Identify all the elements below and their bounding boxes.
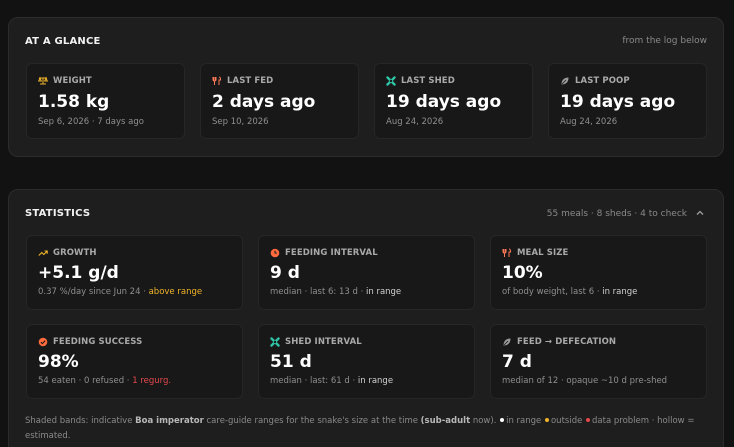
feed-defecation-card: FEED → DEFECATION 7 d median of 12 · opa…	[490, 324, 707, 399]
outside-dot	[544, 418, 549, 422]
fork-knife-icon	[502, 248, 512, 257]
status-in-range: in range	[357, 376, 394, 386]
card-value: 51 d	[270, 352, 312, 372]
status-above-range: above range	[148, 287, 203, 297]
card-value: 2 days ago	[212, 92, 316, 112]
last-shed-card: LAST SHED 19 days ago Aug 24, 2026	[374, 63, 533, 139]
card-label: FEEDING INTERVAL	[285, 248, 378, 258]
check-circle-icon	[38, 337, 48, 347]
panel-note: 55 meals · 8 sheds · 4 to check	[546, 209, 687, 219]
card-label: WEIGHT	[53, 76, 92, 86]
status-in-range: in range	[366, 287, 402, 297]
statistics-footnote: Shaded bands: indicative Boa imperator c…	[25, 416, 695, 441]
card-value: 10%	[502, 263, 543, 283]
at-a-glance-panel: AT A GLANCE from the log below WEIGHT 1.…	[8, 17, 724, 157]
size-class: (sub-adult	[420, 416, 471, 426]
card-label: FEEDING SUCCESS	[53, 337, 143, 347]
status-regurg: 1 regurg.	[132, 376, 172, 386]
feeding-interval-card: FEEDING INTERVAL 9 d median · last 6: 13…	[258, 235, 475, 310]
weight-card: WEIGHT 1.58 kg Sep 6, 2026 · 7 days ago	[26, 63, 185, 139]
card-sub: median of 12 · opaque ~10 d pre-shed	[502, 376, 668, 386]
shed-interval-card: SHED INTERVAL 51 d median · last: 61 d ·…	[258, 324, 475, 399]
shed-icon	[270, 337, 280, 347]
card-label: GROWTH	[53, 248, 97, 258]
card-sub: median · last: 61 d · in range	[270, 376, 394, 386]
card-value: 19 days ago	[386, 92, 502, 112]
card-sub: 54 eaten · 0 refused · 1 regurg.	[38, 376, 172, 386]
card-value: 19 days ago	[560, 92, 676, 112]
data-problem-dot	[586, 418, 591, 422]
card-label: LAST POOP	[575, 76, 630, 86]
shed-icon	[386, 76, 396, 86]
card-label: LAST SHED	[401, 76, 455, 86]
card-sub: Aug 24, 2026	[560, 117, 618, 127]
card-label: MEAL SIZE	[517, 248, 569, 258]
card-sub: Sep 6, 2026 · 7 days ago	[38, 117, 144, 127]
card-value: 9 d	[270, 263, 300, 283]
meal-size-card: MEAL SIZE 10% of body weight, last 6 · i…	[490, 235, 707, 310]
chevron-up-icon[interactable]	[693, 206, 707, 220]
card-label: SHED INTERVAL	[285, 337, 362, 347]
trend-up-icon	[38, 250, 48, 256]
card-value: 7 d	[502, 352, 532, 372]
status-in-range: in range	[602, 287, 638, 297]
panel-note: from the log below	[622, 36, 707, 46]
panel-title: AT A GLANCE	[25, 36, 101, 47]
card-label: FEED → DEFECATION	[517, 337, 617, 347]
feeding-success-card: FEEDING SUCCESS 98% 54 eaten · 0 refused…	[26, 324, 243, 399]
scale-icon	[38, 76, 48, 85]
clock-icon	[270, 248, 280, 258]
card-label: LAST FED	[227, 76, 274, 86]
leaf-icon	[561, 77, 569, 85]
last-poop-card: LAST POOP 19 days ago Aug 24, 2026	[548, 63, 707, 139]
fork-knife-icon	[212, 76, 222, 85]
card-value: 98%	[38, 352, 79, 372]
growth-card: GROWTH +5.1 g/d 0.37 %/day since Jun 24 …	[26, 235, 243, 310]
card-value: 1.58 kg	[38, 92, 110, 112]
card-sub: median · last 6: 13 d · in range	[270, 287, 402, 297]
statistics-panel: STATISTICS 55 meals · 8 sheds · 4 to che…	[8, 189, 724, 447]
leaf-icon	[503, 338, 511, 346]
last-fed-card: LAST FED 2 days ago Sep 10, 2026	[200, 63, 359, 139]
species-name: Boa imperator	[135, 416, 204, 426]
in-range-dot	[500, 418, 505, 422]
card-value: +5.1 g/d	[38, 263, 119, 283]
card-sub: Aug 24, 2026	[386, 117, 444, 127]
panel-title: STATISTICS	[25, 208, 91, 219]
card-sub: of body weight, last 6 · in range	[502, 287, 638, 297]
card-sub: Sep 10, 2026	[212, 117, 269, 127]
card-sub: 0.37 %/day since Jun 24 · above range	[38, 287, 203, 297]
